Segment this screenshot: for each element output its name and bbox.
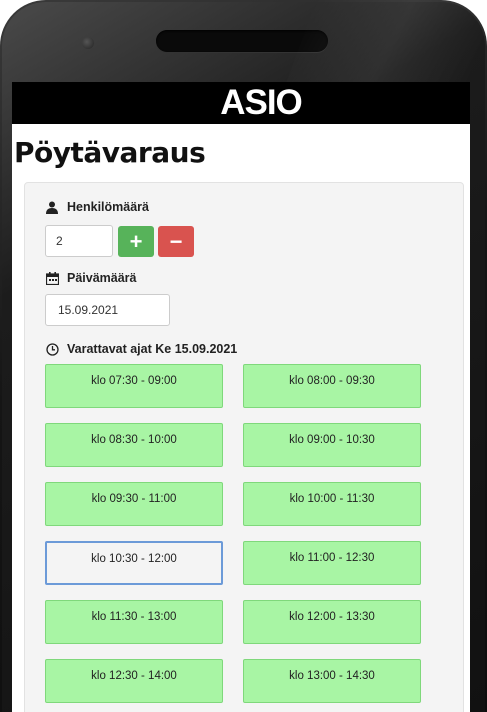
time-slot-button[interactable]: klo 13:00 - 14:30 (243, 659, 421, 703)
date-label-row: Päivämäärä (45, 271, 137, 285)
phone-frame: ASIO Pöytävaraus Henkilömäärä + − Päiväm… (0, 0, 487, 712)
date-label: Päivämäärä (67, 271, 137, 285)
page-title: Pöytävaraus (14, 136, 206, 169)
app-screen: ASIO Pöytävaraus Henkilömäärä + − Päiväm… (12, 82, 470, 712)
time-slot-button[interactable]: klo 09:30 - 11:00 (45, 482, 223, 526)
top-bar: ASIO (12, 82, 470, 124)
time-slot-button[interactable]: klo 09:00 - 10:30 (243, 423, 421, 467)
persons-label: Henkilömäärä (67, 200, 149, 214)
decrease-persons-button[interactable]: − (158, 226, 194, 257)
times-label: Varattavat ajat Ke 15.09.2021 (67, 342, 238, 356)
time-slot-button[interactable]: klo 08:00 - 09:30 (243, 364, 421, 408)
time-slot-button[interactable]: klo 10:00 - 11:30 (243, 482, 421, 526)
time-slot-button[interactable]: klo 12:00 - 13:30 (243, 600, 421, 644)
camera-icon (82, 37, 94, 49)
times-label-row: Varattavat ajat Ke 15.09.2021 (45, 342, 237, 356)
persons-label-row: Henkilömäärä (45, 200, 149, 214)
clock-icon (45, 342, 59, 356)
glass-glare (283, 0, 487, 90)
time-slot-button[interactable]: klo 11:30 - 13:00 (45, 600, 223, 644)
increase-persons-button[interactable]: + (118, 226, 154, 257)
time-slot-button[interactable]: klo 07:30 - 09:00 (45, 364, 223, 408)
time-slot-button[interactable]: klo 08:30 - 10:00 (45, 423, 223, 467)
reservation-card: Henkilömäärä + − Päivämäärä Varattavat a… (24, 182, 464, 712)
calendar-icon (45, 271, 59, 285)
time-slot-button[interactable]: klo 12:30 - 14:00 (45, 659, 223, 703)
persons-count-input[interactable] (45, 225, 113, 257)
user-icon (45, 200, 59, 214)
brand-logo[interactable]: ASIO (220, 83, 303, 123)
time-slot-button[interactable]: klo 10:30 - 12:00 (45, 541, 223, 585)
time-slot-button[interactable]: klo 11:00 - 12:30 (243, 541, 421, 585)
date-input[interactable] (45, 294, 170, 326)
